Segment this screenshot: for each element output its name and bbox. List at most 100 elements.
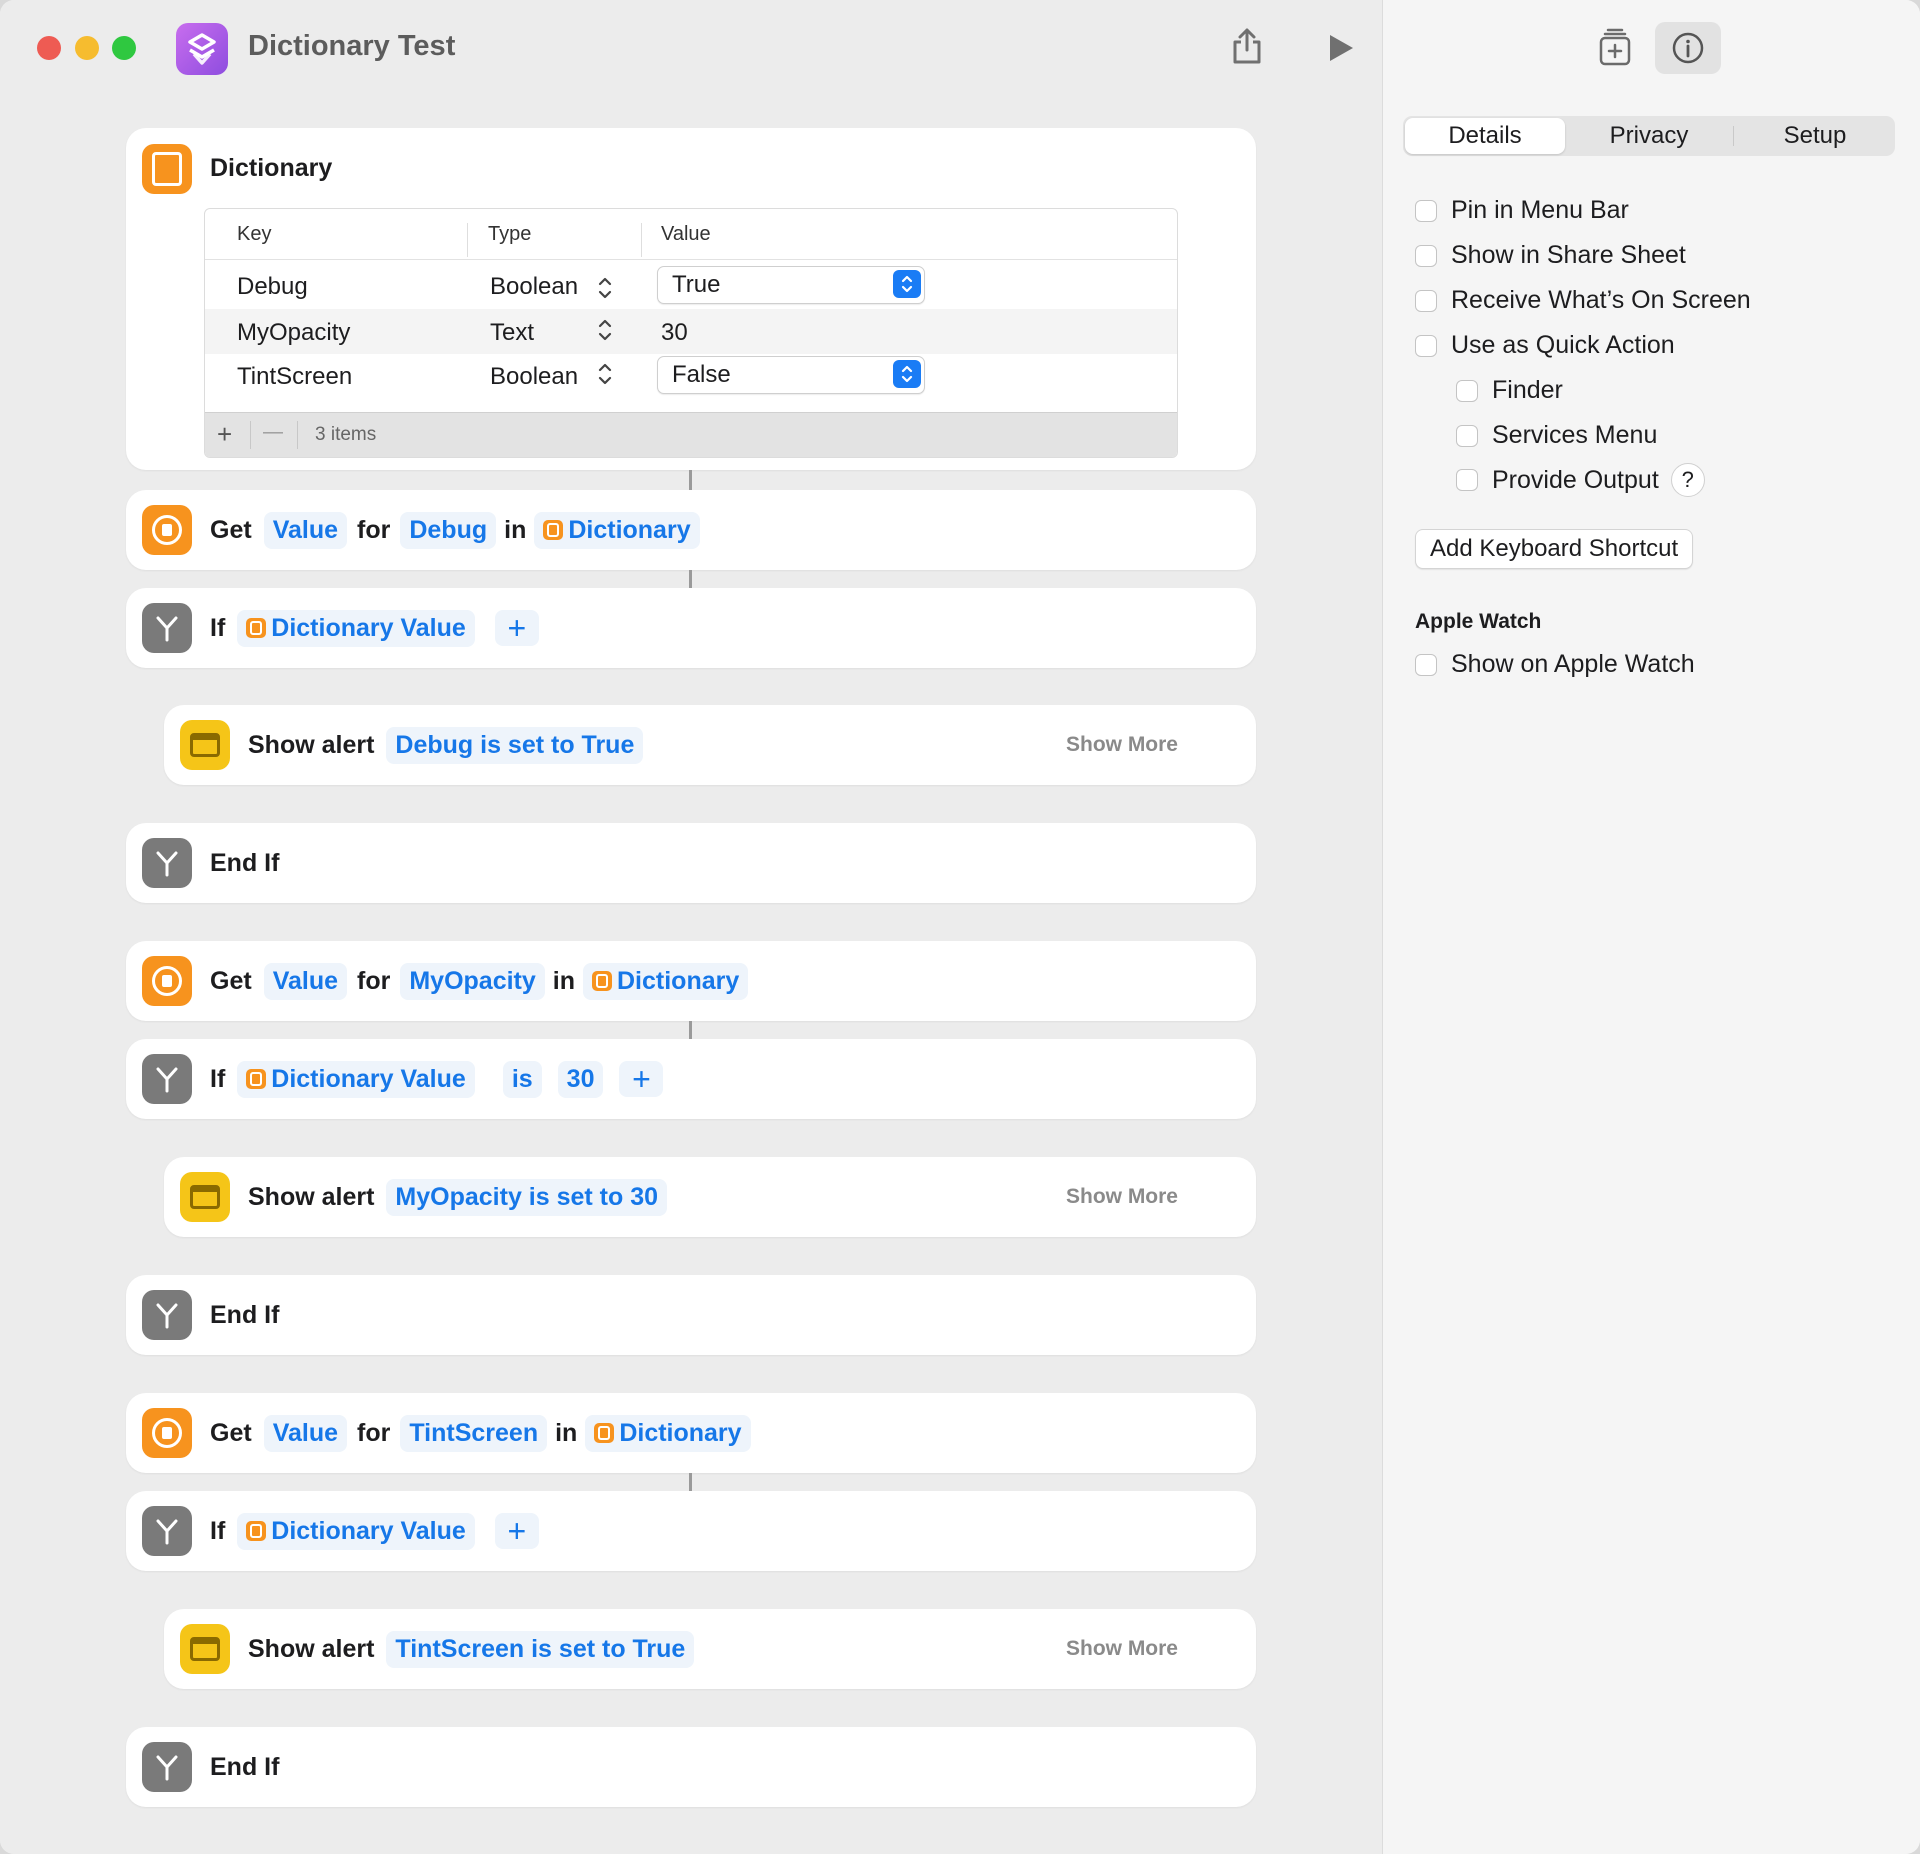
chevron-updown-icon[interactable] xyxy=(597,317,613,350)
add-condition-button[interactable]: + xyxy=(494,1513,539,1549)
alert-message-token[interactable]: TintScreen is set to True xyxy=(386,1630,695,1668)
value-token[interactable]: Value xyxy=(263,1414,348,1452)
checkbox[interactable] xyxy=(1456,379,1478,402)
window-title: Dictionary Test xyxy=(248,30,456,62)
key-token[interactable]: MyOpacity xyxy=(400,962,545,1000)
popup-chevron-icon xyxy=(893,360,921,388)
show-alert-action-card[interactable]: Show alert TintScreen is set to True Sho… xyxy=(164,1609,1256,1689)
key-token[interactable]: Debug xyxy=(400,511,497,549)
dictionary-variable-token[interactable]: Dictionary xyxy=(534,511,700,549)
add-to-dock-icon[interactable] xyxy=(1597,28,1633,73)
value-token[interactable]: Value xyxy=(263,962,348,1000)
finder-option[interactable]: Finder xyxy=(1456,376,1563,405)
minimize-button[interactable] xyxy=(75,36,99,60)
checkbox[interactable] xyxy=(1456,469,1478,491)
tab-privacy[interactable]: Privacy xyxy=(1569,116,1729,156)
for-label: for xyxy=(357,515,391,544)
checkbox[interactable] xyxy=(1415,244,1437,267)
provide-output-option[interactable]: Provide Output ? xyxy=(1456,463,1705,497)
row-key[interactable]: Debug xyxy=(237,273,308,301)
value-token[interactable]: Value xyxy=(263,511,348,549)
add-condition-button[interactable]: + xyxy=(494,610,539,646)
dictionary-table: Key Type Value Debug Boolean True MyOpac… xyxy=(204,208,1178,458)
add-keyboard-shortcut-button[interactable]: Add Keyboard Shortcut xyxy=(1415,529,1694,569)
flow-connector xyxy=(689,570,692,588)
checkbox[interactable] xyxy=(1456,424,1478,447)
alert-message-token[interactable]: Debug is set to True xyxy=(386,726,644,764)
dictionary-variable-token[interactable]: Dictionary xyxy=(583,962,749,1000)
condition-operator-token[interactable]: is xyxy=(502,1060,542,1098)
checkbox[interactable] xyxy=(1415,334,1437,357)
use-as-quick-action-option[interactable]: Use as Quick Action xyxy=(1415,331,1675,360)
book-icon xyxy=(142,144,192,194)
get-value-action-card[interactable]: Get Value for MyOpacity in Dictionary xyxy=(126,941,1256,1021)
end-if-action-card[interactable]: End If xyxy=(126,1275,1256,1355)
popup-chevron-icon xyxy=(893,270,921,298)
show-on-apple-watch-option[interactable]: Show on Apple Watch xyxy=(1415,650,1695,679)
checkbox[interactable] xyxy=(1415,653,1437,676)
table-row[interactable]: Debug Boolean True xyxy=(205,263,1177,308)
for-label: for xyxy=(357,1418,391,1447)
get-value-action-card[interactable]: Get Value for TintScreen in Dictionary xyxy=(126,1393,1256,1473)
services-menu-option[interactable]: Services Menu xyxy=(1456,421,1657,450)
dictionary-value-icon xyxy=(142,1408,192,1458)
row-key[interactable]: TintScreen xyxy=(237,363,352,391)
zoom-button[interactable] xyxy=(112,36,136,60)
value-popup-button[interactable]: False xyxy=(657,356,925,394)
sidebar-tabs: Details Privacy Setup xyxy=(1403,116,1895,156)
shortcuts-window: Dictionary Test Dictionary Key Type Valu… xyxy=(0,0,1920,1854)
checkbox[interactable] xyxy=(1415,289,1437,312)
end-if-action-card[interactable]: End If xyxy=(126,823,1256,903)
show-more-button[interactable]: Show More xyxy=(1066,705,1178,785)
show-more-button[interactable]: Show More xyxy=(1066,1157,1178,1237)
table-row[interactable]: MyOpacity Text 30 xyxy=(205,309,1177,354)
row-type[interactable]: Text xyxy=(490,319,534,347)
receive-whats-on-screen-option[interactable]: Receive What’s On Screen xyxy=(1415,286,1751,315)
chevron-updown-icon[interactable] xyxy=(597,361,613,394)
condition-value-token[interactable]: 30 xyxy=(557,1060,604,1098)
row-type[interactable]: Boolean xyxy=(490,273,578,301)
dictionary-value-icon xyxy=(142,956,192,1006)
pin-in-menu-bar-option[interactable]: Pin in Menu Bar xyxy=(1415,196,1629,225)
if-action-card[interactable]: If Dictionary Value is 30 + xyxy=(126,1039,1256,1119)
get-value-action-card[interactable]: Get Value for Debug in Dictionary xyxy=(126,490,1256,570)
if-action-card[interactable]: If Dictionary Value + xyxy=(126,1491,1256,1571)
dictionary-value-token[interactable]: Dictionary Value xyxy=(237,1512,475,1550)
action-verb: If xyxy=(210,1064,226,1093)
show-more-button[interactable]: Show More xyxy=(1066,1609,1178,1689)
shortcuts-app-icon xyxy=(176,23,228,75)
flow-connector xyxy=(689,1021,692,1039)
help-button[interactable]: ? xyxy=(1670,463,1705,497)
remove-row-button[interactable]: — xyxy=(263,421,283,444)
share-icon[interactable] xyxy=(1230,26,1264,71)
show-alert-action-card[interactable]: Show alert Debug is set to True Show Mor… xyxy=(164,705,1256,785)
branch-icon xyxy=(142,1054,192,1104)
row-type[interactable]: Boolean xyxy=(490,363,578,391)
tab-details[interactable]: Details xyxy=(1405,118,1565,154)
value-popup-button[interactable]: True xyxy=(657,266,925,304)
in-label: in xyxy=(504,515,527,544)
play-icon[interactable] xyxy=(1326,32,1356,69)
chevron-updown-icon[interactable] xyxy=(597,275,613,307)
end-if-action-card[interactable]: End If xyxy=(126,1727,1256,1807)
dictionary-chip-icon xyxy=(543,520,564,540)
add-condition-button[interactable]: + xyxy=(619,1061,664,1097)
row-value[interactable]: 30 xyxy=(661,319,688,347)
if-action-card[interactable]: If Dictionary Value + xyxy=(126,588,1256,668)
dictionary-value-token[interactable]: Dictionary Value xyxy=(237,1060,475,1098)
show-in-share-sheet-option[interactable]: Show in Share Sheet xyxy=(1415,241,1686,270)
dictionary-variable-token[interactable]: Dictionary xyxy=(585,1414,751,1452)
checkbox[interactable] xyxy=(1415,199,1437,222)
editor-area: Dictionary Test Dictionary Key Type Valu… xyxy=(0,0,1382,1854)
row-key[interactable]: MyOpacity xyxy=(237,319,350,347)
add-row-button[interactable]: + xyxy=(217,419,232,450)
table-row[interactable]: TintScreen Boolean False xyxy=(205,353,1177,398)
close-button[interactable] xyxy=(37,36,61,60)
info-icon[interactable] xyxy=(1655,22,1721,74)
dictionary-value-icon xyxy=(142,505,192,555)
alert-message-token[interactable]: MyOpacity is set to 30 xyxy=(386,1178,668,1216)
dictionary-value-token[interactable]: Dictionary Value xyxy=(237,609,475,647)
tab-setup[interactable]: Setup xyxy=(1735,116,1895,156)
key-token[interactable]: TintScreen xyxy=(400,1414,548,1452)
show-alert-action-card[interactable]: Show alert MyOpacity is set to 30 Show M… xyxy=(164,1157,1256,1237)
